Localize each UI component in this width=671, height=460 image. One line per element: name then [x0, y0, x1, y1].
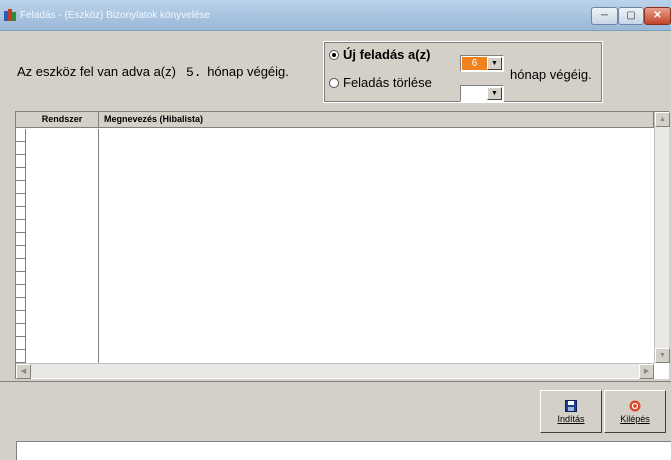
status-suffix: hónap végéig.	[207, 64, 289, 79]
chevron-down-icon[interactable]: ▼	[487, 87, 502, 100]
exit-button[interactable]: Kilépés	[604, 390, 666, 433]
posted-month-number: 5.	[185, 65, 202, 80]
new-posting-month-select[interactable]: 6 ▼	[460, 55, 504, 72]
posting-header: Az eszköz fel van adva a(z) 5. hónap végé…	[0, 31, 671, 110]
new-posting-label: Új feladás a(z)	[343, 47, 431, 62]
status-bar	[16, 441, 671, 460]
minimize-button[interactable]: ─	[591, 7, 618, 25]
scroll-right-icon[interactable]: ▶	[639, 364, 654, 379]
status-prefix: Az eszköz fel van adva a(z)	[17, 64, 176, 79]
stop-icon	[629, 400, 641, 411]
new-posting-month-value: 6	[462, 57, 487, 70]
scroll-up-icon[interactable]: ▲	[655, 112, 670, 127]
maximize-icon: ▢	[626, 10, 636, 21]
title-bar[interactable]: Feladás - (Eszköz) Bizonylatok könyvelés…	[0, 0, 671, 31]
scroll-down-icon[interactable]: ▼	[655, 348, 670, 363]
row-indicator-column	[16, 129, 26, 363]
close-icon: ✕	[653, 10, 662, 21]
floppy-disk-icon	[565, 399, 577, 412]
chevron-down-icon[interactable]: ▼	[487, 57, 502, 70]
error-list-grid[interactable]: Rendszer Megnevezés (Hibalista) ▲ ▼ ◀ ▶	[15, 111, 670, 379]
start-button[interactable]: Indítás	[540, 390, 602, 433]
new-posting-radio[interactable]	[329, 49, 339, 60]
delete-posting-radio[interactable]	[329, 77, 339, 88]
maximize-button[interactable]: ▢	[618, 7, 644, 25]
column-divider	[98, 129, 99, 363]
minimize-icon: ─	[600, 10, 609, 21]
close-button[interactable]: ✕	[644, 7, 671, 25]
window-title: Feladás - (Eszköz) Bizonylatok könyvelés…	[20, 10, 211, 21]
column-header-name[interactable]: Megnevezés (Hibalista)	[99, 112, 654, 128]
column-header-system[interactable]: Rendszer	[26, 112, 99, 128]
new-posting-option[interactable]: Új feladás a(z)	[329, 47, 430, 62]
start-button-label: Indítás	[557, 413, 585, 424]
grid-header: Rendszer Megnevezés (Hibalista)	[16, 112, 654, 128]
vertical-scrollbar[interactable]: ▲ ▼	[654, 112, 670, 363]
delete-posting-month-select[interactable]: ▼	[460, 85, 504, 102]
scroll-left-icon[interactable]: ◀	[16, 364, 31, 379]
period-suffix-label: hónap végéig.	[510, 67, 592, 82]
delete-posting-label: Feladás törlése	[343, 75, 432, 90]
window-client: Az eszköz fel van adva a(z) 5. hónap végé…	[0, 31, 671, 460]
app-books-icon	[4, 9, 16, 21]
exit-button-label: Kilépés	[620, 413, 650, 424]
posting-option-group: Új feladás a(z) Feladás törlése 6 ▼ ▼ hó…	[323, 41, 603, 103]
horizontal-scrollbar[interactable]: ◀ ▶	[16, 363, 654, 379]
posting-status: Az eszköz fel van adva a(z) 5. hónap végé…	[17, 64, 289, 80]
action-bar: Indítás Kilépés	[0, 381, 671, 433]
delete-posting-option[interactable]: Feladás törlése	[329, 75, 432, 90]
